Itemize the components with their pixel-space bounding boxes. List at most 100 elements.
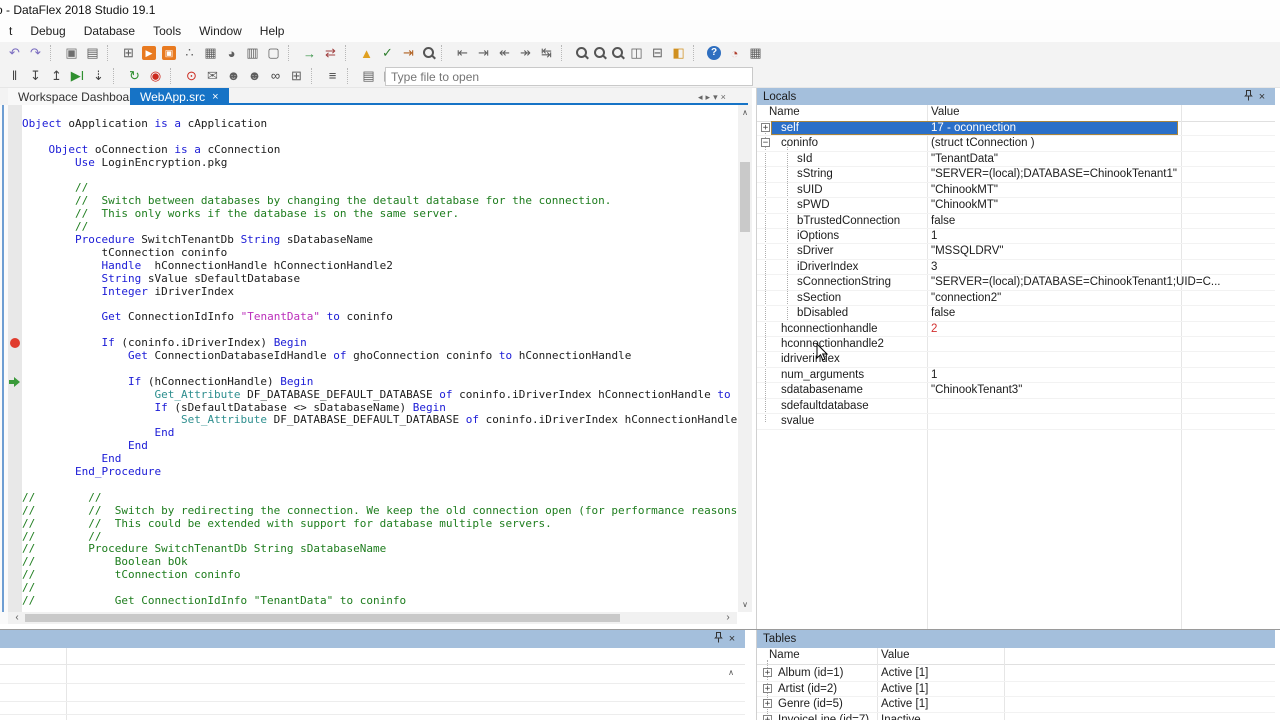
close-icon[interactable]: × (725, 633, 739, 645)
expand-icon[interactable]: + (761, 123, 770, 132)
vertical-scroll-thumb[interactable] (740, 162, 750, 232)
breakpoint-list-icon[interactable]: ≡ (322, 67, 343, 85)
expand-icon[interactable]: + (763, 699, 772, 708)
locals-row-svalue[interactable]: svalue (757, 414, 1275, 429)
locals-column-headers[interactable]: Name Value (757, 105, 1275, 122)
find-next-icon[interactable] (590, 44, 608, 62)
locals-row-self[interactable]: +self17 - oconnection (757, 121, 1275, 136)
locals-panel-header[interactable]: Locals × (757, 88, 1275, 105)
table-explorer-icon[interactable]: ▥ (242, 44, 263, 62)
tables-row[interactable]: +Artist (id=2)Active [1] (757, 682, 1275, 698)
code-line[interactable]: Get ConnectionIdInfo "TenantData" to con… (22, 311, 738, 324)
new-file-icon[interactable]: ▢ (263, 44, 284, 62)
todo-list-icon[interactable]: ▲ (356, 44, 377, 62)
close-icon[interactable]: × (1255, 91, 1269, 103)
editor-horizontal-scrollbar[interactable]: ‹ › (8, 612, 737, 624)
menu-item-window[interactable]: Window (190, 24, 251, 38)
redo-icon[interactable]: ↷ (25, 44, 46, 62)
expand-icon[interactable]: + (763, 715, 772, 720)
view-grid-icon[interactable]: ▦ (745, 44, 766, 62)
run-to-cursor-icon[interactable]: ▶I (67, 67, 88, 85)
code-line[interactable]: // This only works if the database is on… (22, 208, 738, 221)
locals-row-bTrustedConnection[interactable]: bTrustedConnectionfalse (757, 214, 1275, 229)
dataflex-editor-icon[interactable]: ▶ (142, 46, 156, 60)
scroll-up-icon[interactable]: ∧ (724, 668, 738, 677)
locals-row-sPWD[interactable]: sPWD"ChinookMT" (757, 198, 1275, 213)
call-stack-icon[interactable]: ⊞ (286, 67, 307, 85)
pin-icon[interactable] (1241, 90, 1255, 104)
locals-row-sSection[interactable]: sSection"connection2" (757, 291, 1275, 306)
database-browser-icon[interactable]: ▤ (358, 67, 379, 85)
code-line[interactable]: End_Procedure (22, 466, 738, 479)
locals-row-hconnectionhandle[interactable]: hconnectionhandle2 (757, 322, 1275, 337)
goto-definition-icon[interactable]: → (299, 44, 320, 62)
find-previous-icon[interactable] (608, 44, 626, 62)
locals-row-sdatabasename[interactable]: sdatabasename"ChinookTenant3" (757, 383, 1275, 398)
tables-panel-header[interactable]: Tables (757, 630, 1275, 648)
prev-bookmark-icon[interactable]: ↞ (494, 44, 515, 62)
menu-item-debug[interactable]: Debug (21, 24, 74, 38)
pause-icon[interactable]: ‖ (4, 67, 25, 85)
data-dictionary-icon[interactable]: ▦ (200, 44, 221, 62)
locals-row-sId[interactable]: sId"TenantData" (757, 152, 1275, 167)
find-in-files-icon[interactable]: ◫ (626, 44, 647, 62)
menu-item-t[interactable]: t (0, 24, 21, 38)
debug-log-icon[interactable]: ✉ (202, 67, 223, 85)
breakpoint-marker[interactable] (10, 338, 20, 348)
debug-client-icon[interactable]: ☻ (223, 67, 244, 85)
horizontal-scroll-thumb[interactable] (25, 614, 620, 622)
help-icon[interactable]: ? (707, 46, 721, 60)
locals-row-iOptions[interactable]: iOptions1 (757, 229, 1275, 244)
code-line[interactable]: // tConnection coninfo (22, 569, 738, 582)
tables-col-name[interactable]: Name (769, 649, 800, 661)
locals-row-sdefaultdatabase[interactable]: sdefaultdatabase (757, 399, 1275, 414)
find-file-icon[interactable] (419, 44, 437, 62)
next-position-icon[interactable]: ⇥ (473, 44, 494, 62)
code-line[interactable]: Integer iDriverIndex (22, 286, 738, 299)
editor-gutter[interactable] (8, 105, 22, 612)
tables-row[interactable]: +Genre (id=5)Active [1] (757, 697, 1275, 713)
code-editor[interactable]: Object oApplication is a cApplication Ob… (8, 105, 738, 612)
locals-row-bDisabled[interactable]: bDisabledfalse (757, 306, 1275, 321)
locals-row-coninfo[interactable]: −coninfo(struct tConnection ) (757, 136, 1275, 151)
locals-row-sString[interactable]: sString"SERVER=(local);DATABASE=ChinookT… (757, 167, 1275, 182)
quick-open-input[interactable] (385, 67, 753, 86)
locals-row-sUID[interactable]: sUID"ChinookMT" (757, 183, 1275, 198)
code-line[interactable]: Use LoginEncryption.pkg (22, 157, 738, 170)
step-into-icon[interactable]: ↧ (25, 67, 46, 85)
locals-col-value[interactable]: Value (931, 106, 960, 118)
tab-scroll-left-icon[interactable]: ◂ (698, 92, 703, 103)
prev-position-icon[interactable]: ⇤ (452, 44, 473, 62)
about-icon[interactable]: ◔ (724, 44, 745, 62)
code-line[interactable]: // // This could be extended with suppor… (22, 518, 738, 531)
unlock-icon[interactable]: ◧ (668, 44, 689, 62)
restart-debug-icon[interactable]: ↻ (124, 67, 145, 85)
tables-col-value[interactable]: Value (881, 649, 910, 661)
toggle-bookmark-icon[interactable]: ↹ (536, 44, 557, 62)
code-text[interactable]: Object oApplication is a cApplication Ob… (22, 118, 738, 608)
tab-list-icon[interactable]: ▾ (713, 92, 718, 103)
code-line[interactable] (22, 479, 738, 492)
locals-row-iDriverIndex[interactable]: iDriverIndex3 (757, 260, 1275, 275)
copy-special-icon[interactable]: ⊞ (118, 44, 139, 62)
tables-row[interactable]: +InvoiceLine (id=7)Inactive (757, 713, 1275, 720)
scroll-down-icon[interactable]: ∨ (738, 600, 752, 609)
code-line[interactable]: Object oApplication is a cApplication (22, 118, 738, 131)
run-program-icon[interactable]: ⇥ (398, 44, 419, 62)
find-icon[interactable] (572, 44, 590, 62)
expand-icon[interactable]: + (763, 668, 772, 677)
expand-icon[interactable]: + (763, 684, 772, 693)
print-icon[interactable]: ▤ (82, 44, 103, 62)
record-macro-icon[interactable]: ▣ (61, 44, 82, 62)
tab-close-icon[interactable]: × (212, 91, 218, 103)
locals-row-sConnectionString[interactable]: sConnectionString"SERVER=(local);DATABAS… (757, 275, 1275, 290)
step-out-icon[interactable]: ⇣ (88, 67, 109, 85)
locals-col-name[interactable]: Name (769, 106, 800, 118)
collapse-icon[interactable]: − (761, 138, 770, 147)
close-document-icon[interactable]: × (721, 92, 726, 102)
designer-icon[interactable]: ▣ (162, 46, 176, 60)
scroll-left-icon[interactable]: ‹ (10, 612, 24, 624)
tab-scroll-right-icon[interactable]: ▸ (706, 92, 711, 103)
step-over-icon[interactable]: ↥ (46, 67, 67, 85)
class-browser-icon[interactable]: ◕ (221, 44, 242, 62)
